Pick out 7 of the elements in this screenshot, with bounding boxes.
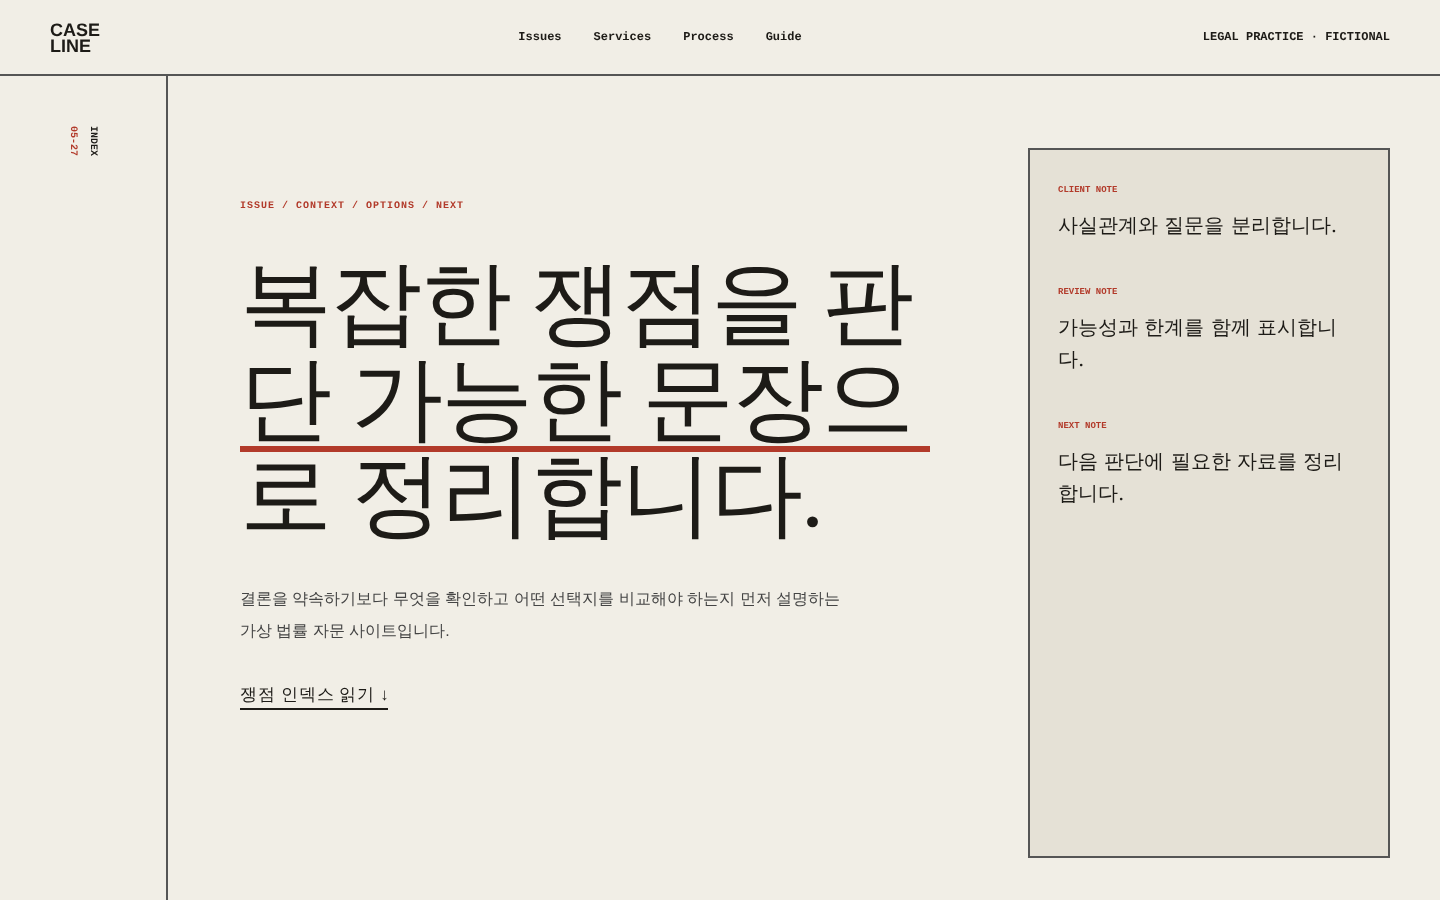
note-text: 다음 판단에 필요한 자료를 정리합니다. — [1058, 450, 1346, 510]
note-text: 사실관계와 질문을 분리합니다. — [1058, 214, 1340, 242]
headline: 복잡한 쟁점을 판단 가능한 문장으로 정리합니다. — [240, 256, 914, 544]
description: 결론을 약속하기보다 무엇을 확인하고 어떤 선택지를 비교해야 하는지 먼저 설명하는 가상 법률 자문 사이트입니다. — [240, 588, 843, 644]
index-link[interactable]: 쟁점 인덱스 읽기 ↓ — [240, 684, 389, 710]
logo[interactable]: CASE LINE — [50, 21, 170, 53]
note-text: 가능성과 한계를 함께 표시합니다. — [1058, 316, 1340, 376]
